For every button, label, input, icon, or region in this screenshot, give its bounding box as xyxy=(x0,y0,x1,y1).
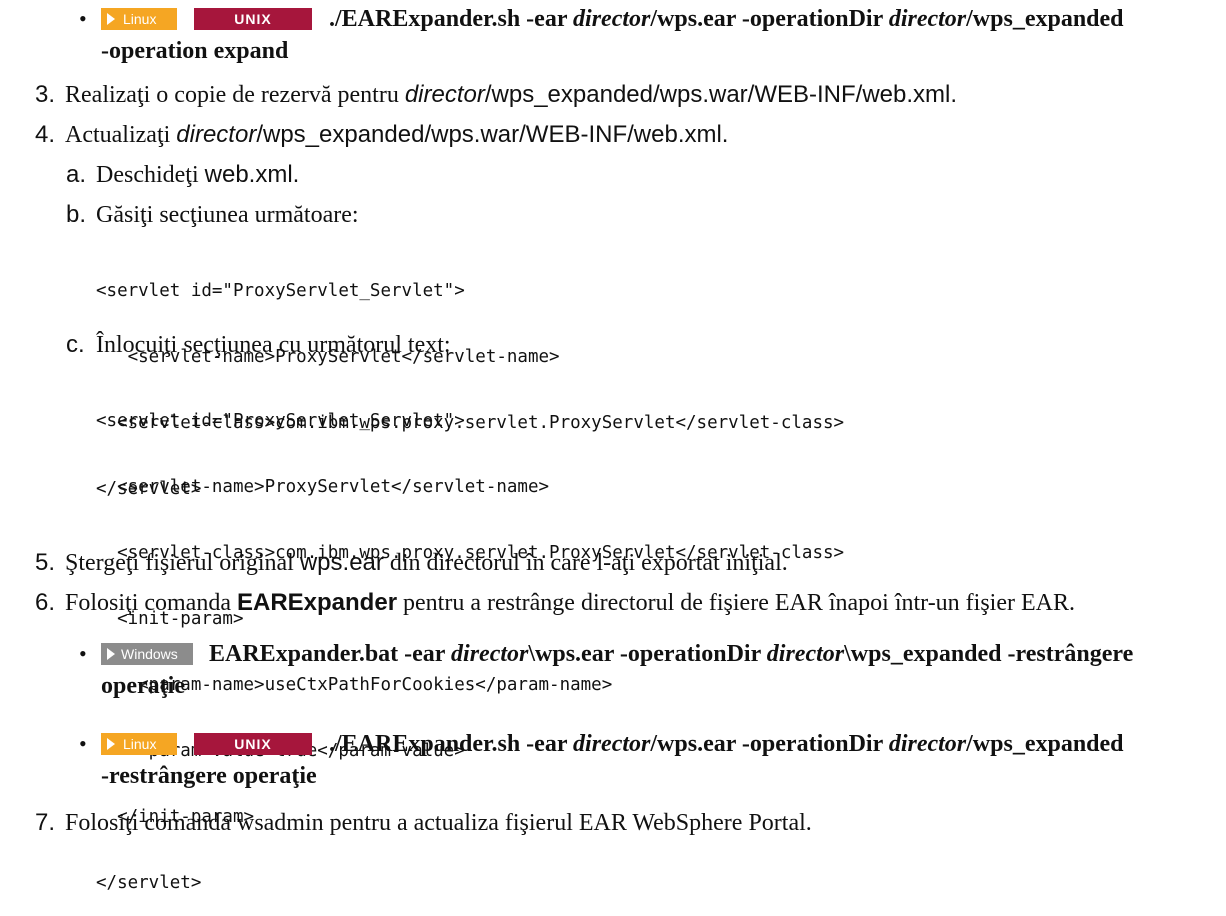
command-line: ./EARExpander.sh -ear director/wps.ear -… xyxy=(329,4,1124,34)
step-text: din directorul în care l-aţi exportat in… xyxy=(383,550,788,576)
step-text: Deschideţi xyxy=(96,162,205,188)
step-7: 7. Folosiţi comanda wsadmin pentru a actu… xyxy=(35,808,812,838)
step-number: 3. xyxy=(35,81,56,108)
substep-c: c. Înlocuiţi secţiunea cu următorul text: xyxy=(66,330,451,360)
step-text: pentru a restrânge directorul de fişiere… xyxy=(397,590,1075,616)
unix-tag: UNIX xyxy=(194,8,312,30)
substep-a: a. Deschideţi web.xml. xyxy=(66,160,299,190)
step-number: 7. xyxy=(35,809,56,836)
unix-tag: UNIX xyxy=(194,733,312,755)
command-name: EARExpander xyxy=(236,589,398,616)
step-6: 6. Folosiţi comanda EARExpander pentru a … xyxy=(35,588,1075,618)
linux-tag-label: Linux xyxy=(123,11,157,27)
director-placeholder: director xyxy=(888,731,967,757)
step-3: 3. Realizaţi o copie de rezervă pentru di… xyxy=(35,80,957,110)
command-continuation: operaţie xyxy=(101,673,185,699)
director-placeholder: director xyxy=(404,81,485,108)
windows-tag-label: Windows xyxy=(121,646,178,662)
director-placeholder: director xyxy=(573,6,651,32)
step-text: Folosiţi comanda wsadmin pentru a actual… xyxy=(65,810,812,836)
command-text: /wps.ear -operationDir xyxy=(650,731,889,757)
step-5: 5. Ştergeţi fişierul original wps.ear din… xyxy=(35,548,788,578)
command-text: EARExpander.bat -ear xyxy=(209,641,452,667)
command-text: \wps_expanded -restrângere xyxy=(844,641,1134,667)
code-line: </servlet> xyxy=(96,873,202,893)
bullet: • xyxy=(79,6,87,31)
step-number: 5. xyxy=(35,549,56,576)
bullet: • xyxy=(79,731,87,756)
step-text: Folosiţi comanda xyxy=(65,590,237,616)
command-line: EARExpander.bat -ear director\wps.ear -o… xyxy=(209,639,1133,669)
triangle-right-icon xyxy=(107,738,115,750)
bullet: • xyxy=(79,641,87,666)
command-text: /wps_expanded xyxy=(966,731,1124,757)
unix-tag-label: UNIX xyxy=(234,11,272,27)
step-number: 6. xyxy=(35,589,56,616)
unix-tag-label: UNIX xyxy=(234,736,272,752)
code-line: <param-name>useCtxPathForCookies</param-… xyxy=(96,675,613,695)
director-placeholder: director xyxy=(176,121,257,148)
step-number: 4. xyxy=(35,121,56,148)
substep-letter: c. xyxy=(66,331,85,358)
step-text: Găsiţi secţiunea următoare: xyxy=(96,202,359,228)
triangle-right-icon xyxy=(107,13,115,25)
command-continuation: -operation expand xyxy=(101,38,289,64)
step-text: Realizaţi o copie de rezervă pentru xyxy=(65,82,405,108)
director-placeholder: director xyxy=(573,731,651,757)
step-text: Actualizaţi xyxy=(65,122,177,148)
triangle-right-icon xyxy=(107,648,115,660)
command-text: ./EARExpander.sh -ear xyxy=(329,6,574,32)
substep-b: b. Găsiţi secţiunea următoare: xyxy=(66,200,359,230)
step-text: Înlocuiţi secţiunea cu următorul text: xyxy=(96,332,451,358)
command-continuation: -restrângere operaţie xyxy=(101,763,317,789)
command-line: ./EARExpander.sh -ear director/wps.ear -… xyxy=(329,729,1124,759)
code-line: <servlet id="ProxyServlet_Servlet"> xyxy=(96,281,465,301)
substep-letter: b. xyxy=(66,201,87,228)
windows-tag: Windows xyxy=(101,643,193,665)
director-placeholder: director xyxy=(451,641,529,667)
linux-tag: Linux xyxy=(101,733,177,755)
command-text: \wps.ear -operationDir xyxy=(528,641,767,667)
code-line: <servlet-name>ProxyServlet</servlet-name… xyxy=(96,477,550,497)
step-4: 4. Actualizaţi director/wps_expanded/wps.… xyxy=(35,120,728,150)
linux-tag: Linux xyxy=(101,8,177,30)
command-text: /wps.ear -operationDir xyxy=(650,6,889,32)
code-line: <servlet id="ProxyServlet_Servlet"> xyxy=(96,411,465,431)
file-path: /wps_expanded/wps.war/WEB-INF/web.xml. xyxy=(484,81,958,108)
linux-tag-label: Linux xyxy=(123,736,157,752)
command-text: ./EARExpander.sh -ear xyxy=(329,731,574,757)
director-placeholder: director xyxy=(888,6,967,32)
substep-letter: a. xyxy=(66,161,87,188)
command-text: /wps_expanded xyxy=(966,6,1124,32)
step-text: Ştergeţi fişierul original xyxy=(65,550,300,576)
file-name: web.xml. xyxy=(204,161,300,188)
file-path: /wps_expanded/wps.war/WEB-INF/web.xml. xyxy=(256,121,729,148)
director-placeholder: director xyxy=(766,641,845,667)
file-name: wps.ear xyxy=(299,549,384,576)
